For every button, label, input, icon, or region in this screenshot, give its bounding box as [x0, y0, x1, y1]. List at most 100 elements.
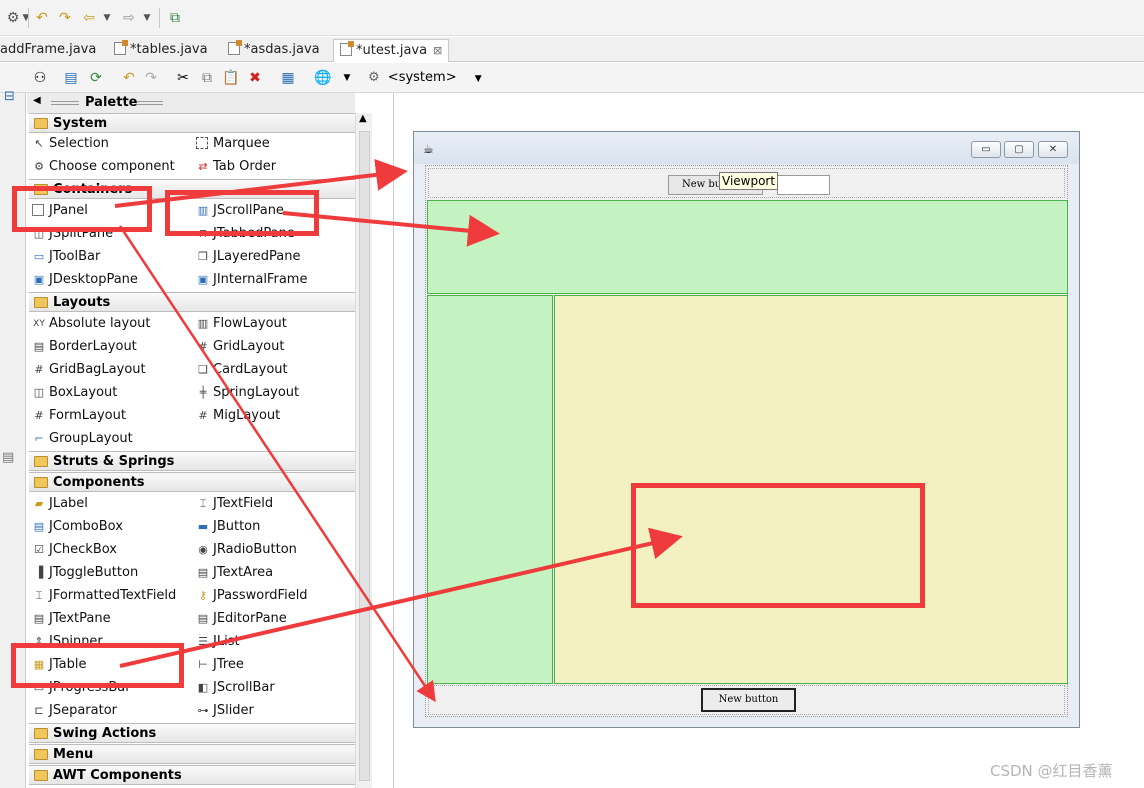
refresh-icon[interactable]: ⟳	[87, 69, 105, 87]
category-label: Menu	[53, 747, 94, 762]
palette-item-jradiobutton[interactable]: ◉ JRadioButton	[193, 540, 297, 560]
choose-component-icon: ⚙	[34, 160, 44, 173]
item-label: CardLayout	[213, 362, 288, 377]
redo-icon[interactable]: ↷	[142, 69, 160, 87]
toolbar-separator	[159, 8, 160, 28]
nav-back-icon[interactable]: ⇦	[80, 9, 98, 27]
minimize-icon[interactable]: ▭	[971, 141, 1001, 158]
category-components[interactable]: Components	[29, 472, 355, 492]
scroll-up-icon[interactable]: ▲	[359, 113, 367, 124]
palette-item-boxlayout[interactable]: ◫ BoxLayout	[29, 383, 118, 403]
palette-item-jpasswordfield[interactable]: ⚷ JPasswordField	[193, 586, 308, 606]
palette-item-jscrollbar[interactable]: ◧ JScrollBar	[193, 678, 275, 698]
category-system[interactable]: System	[29, 113, 355, 133]
palette-item-borderlayout[interactable]: ▤ BorderLayout	[29, 337, 137, 357]
back-icon[interactable]: ↶	[33, 9, 51, 27]
palette-item-flowlayout[interactable]: ▥ FlowLayout	[193, 314, 287, 334]
tab-tables[interactable]: *tables.java	[108, 39, 214, 62]
palette-item-gridlayout[interactable]: # GridLayout	[193, 337, 284, 357]
paste-icon[interactable]: 📋	[222, 69, 240, 87]
palette-item-jtogglebutton[interactable]: ▐ JToggleButton	[29, 563, 138, 583]
palette-item-jcheckbox[interactable]: ☑ JCheckBox	[29, 540, 117, 560]
category-swing-actions[interactable]: Swing Actions	[29, 723, 355, 743]
palette-item-jlist[interactable]: ☰ JList	[193, 632, 240, 652]
nav-back-dropdown-icon[interactable]: ▼	[98, 9, 116, 27]
drag-handle[interactable]	[137, 101, 163, 105]
drag-handle[interactable]	[51, 101, 79, 105]
palette-item-jtree[interactable]: ⊢ JTree	[193, 655, 244, 675]
maximize-icon[interactable]: ▢	[1004, 141, 1034, 158]
category-struts-springs[interactable]: Struts & Springs	[29, 451, 355, 471]
south-panel[interactable]: New button	[428, 685, 1065, 715]
north-panel[interactable]: New button Viewport	[428, 168, 1065, 198]
palette-scrollbar[interactable]: ▲	[355, 113, 372, 788]
palette-item-jtoolbar[interactable]: ▭ JToolBar	[29, 247, 101, 267]
jframe-preview[interactable]: ☕ ▭ ▢ ✕ New button Viewport New button	[413, 131, 1080, 728]
palette-item-selection[interactable]: ↖ Selection	[29, 134, 109, 154]
palette-item-jtextarea[interactable]: ▤ JTextArea	[193, 563, 273, 583]
palette-item-formlayout[interactable]: # FormLayout	[29, 406, 126, 426]
nav-forward-dropdown-icon[interactable]: ▼	[138, 9, 156, 27]
palette-item-jseparator[interactable]: ⊏ JSeparator	[29, 701, 117, 721]
palette-item-jbutton[interactable]: ▬ JButton	[193, 517, 261, 537]
globe-dropdown-icon[interactable]: ▼	[338, 69, 356, 87]
undo-icon[interactable]: ↶	[120, 69, 138, 87]
palette-item-jlayeredpane[interactable]: ❐ JLayeredPane	[193, 247, 300, 267]
palette-item-tab-order[interactable]: ⇄ Tab Order	[193, 157, 276, 177]
nav-forward-icon[interactable]: ⇨	[120, 9, 138, 27]
category-awt-components[interactable]: AWT Components	[29, 765, 355, 785]
jtree-icon: ⊢	[198, 658, 208, 671]
scrollpane-viewport-left[interactable]	[427, 295, 553, 684]
close-icon[interactable]: ✕	[1038, 141, 1068, 158]
minimize-view-icon[interactable]: ⊟	[4, 89, 15, 104]
palette-item-springlayout[interactable]: ╪ SpringLayout	[193, 383, 299, 403]
palette-item-jlabel[interactable]: ▰ JLabel	[29, 494, 88, 514]
scrollpane-viewport-top[interactable]	[427, 200, 1068, 294]
cut-icon[interactable]: ✂	[174, 69, 192, 87]
globe-icon[interactable]: 🌐	[314, 69, 332, 87]
palette-item-choose-component[interactable]: ⚙ Choose component	[29, 157, 175, 177]
palette-item-jeditorpane[interactable]: ▤ JEditorPane	[193, 609, 287, 629]
tab-utest[interactable]: *utest.java ⊠	[333, 39, 450, 62]
item-label: BoxLayout	[49, 385, 118, 400]
open-perspective-icon[interactable]: ⧉	[166, 9, 184, 27]
palette-item-jslider[interactable]: ⊶ JSlider	[193, 701, 254, 721]
jtextpane-icon: ▤	[33, 612, 45, 625]
palette-item-jformattedtextfield[interactable]: ⌶ JFormattedTextField	[29, 586, 177, 606]
jframe-titlebar[interactable]: ☕ ▭ ▢ ✕	[414, 132, 1079, 164]
palette-item-jinternalframe[interactable]: ▣ JInternalFrame	[193, 270, 308, 290]
palette-item-jtextfield[interactable]: ⌶ JTextField	[193, 494, 273, 514]
palette-item-gridbaglayout[interactable]: # GridBagLayout	[29, 360, 145, 380]
test-gui-icon[interactable]: ⚇	[31, 69, 49, 87]
tab-asdas[interactable]: *asdas.java	[222, 39, 326, 62]
category-layouts[interactable]: Layouts	[29, 292, 355, 312]
close-icon[interactable]: ⊠	[433, 44, 442, 57]
properties-icon[interactable]: ▦	[279, 69, 297, 87]
palette-item-marquee[interactable]: Marquee	[193, 134, 270, 154]
delete-icon[interactable]: ✖	[246, 69, 264, 87]
palette-item-absolute-layout[interactable]: XY Absolute layout	[29, 314, 150, 334]
palette-item-miglayout[interactable]: # MigLayout	[193, 406, 280, 426]
scrollbar-thumb[interactable]	[359, 131, 370, 781]
collapse-arrow-icon[interactable]: ◀	[33, 95, 41, 106]
item-label: JInternalFrame	[213, 272, 308, 287]
palette-item-cardlayout[interactable]: ❑ CardLayout	[193, 360, 288, 380]
north-text-field[interactable]	[777, 175, 830, 195]
look-and-feel-selector[interactable]: ⚙ <system> ▼	[368, 68, 482, 88]
copy-icon[interactable]: ⧉	[198, 69, 216, 87]
folder-icon	[34, 728, 48, 739]
category-menu[interactable]: Menu	[29, 744, 355, 764]
palette-item-jtextpane[interactable]: ▤ JTextPane	[29, 609, 111, 629]
new-button-south[interactable]: New button	[701, 688, 796, 712]
item-label: JTree	[213, 657, 244, 672]
item-label: JScrollBar	[213, 680, 275, 695]
source-icon[interactable]: ▤	[62, 69, 80, 87]
palette-item-grouplayout[interactable]: ⌐ GroupLayout	[29, 429, 133, 449]
palette-item-jdesktoppane[interactable]: ▣ JDesktopPane	[29, 270, 138, 290]
tab-addframe[interactable]: addFrame.java	[0, 39, 102, 62]
palette-item-jcombobox[interactable]: ▤ JComboBox	[29, 517, 123, 537]
item-label: GroupLayout	[49, 431, 133, 446]
view-icon[interactable]: ▤	[2, 450, 14, 465]
forward-icon[interactable]: ↷	[56, 9, 74, 27]
content-pane[interactable]: New button Viewport New button	[425, 165, 1068, 717]
